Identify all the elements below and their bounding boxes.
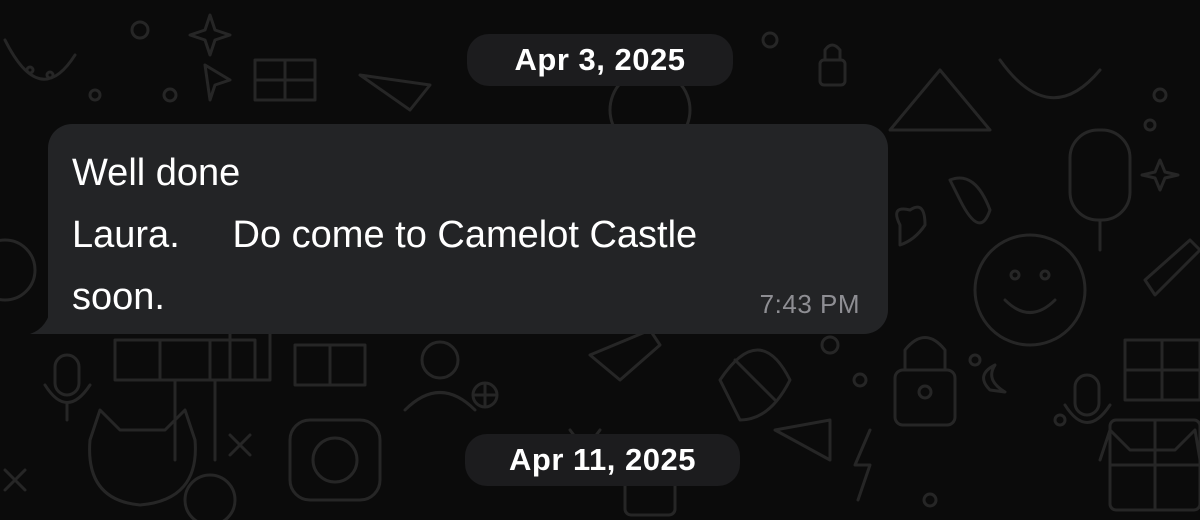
date-separator: Apr 3, 2025 xyxy=(467,34,733,86)
message-line: Well done xyxy=(72,152,241,194)
message-text: Well done Laura. Do come to Camelot Castl… xyxy=(72,142,872,328)
message-bubble[interactable]: Well done Laura. Do come to Camelot Castl… xyxy=(48,124,888,334)
message-timestamp: 7:43 PM xyxy=(759,289,860,319)
date-separator: Apr 11, 2025 xyxy=(465,434,740,486)
message-line: Laura. Do come to Camelot Castle xyxy=(72,214,698,256)
message-line: soon. xyxy=(72,276,165,318)
